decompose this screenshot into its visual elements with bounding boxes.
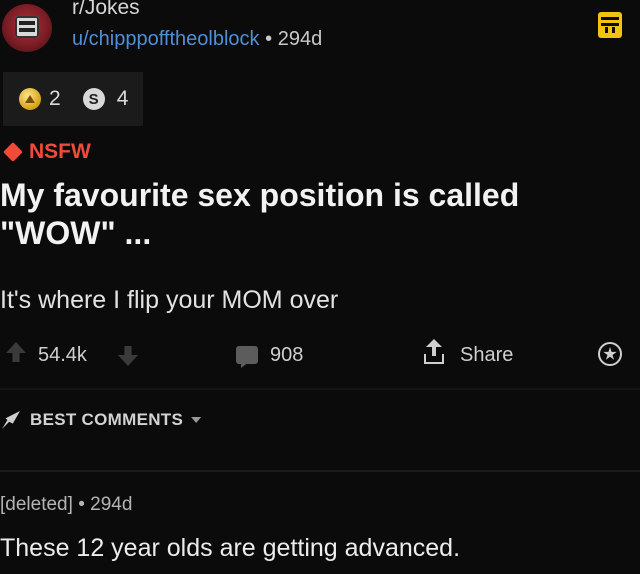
nsfw-label: NSFW [29,140,91,163]
post-action-bar: 54.4k 908 Share [0,336,640,374]
meta-separator: • [265,28,273,50]
silver-award-count: 4 [116,87,129,110]
comment-author[interactable]: [deleted] [0,494,73,515]
sort-label: BEST COMMENTS [30,410,184,429]
divider [0,388,640,390]
downvote-arrow-icon[interactable] [118,346,138,366]
gold-award-count: 2 [49,87,61,110]
comment-bubble-icon[interactable] [236,346,258,364]
share-icon[interactable] [424,342,444,364]
vote-score: 54.4k [38,344,87,366]
nsfw-tag: NSFW [2,140,91,164]
awards-bar[interactable]: 2 S 4 [3,72,143,126]
silver-award-icon: S [82,88,105,110]
rocket-icon [2,411,20,429]
share-button[interactable]: Share [460,344,513,367]
chevron-down-icon [191,417,202,423]
award-star-button[interactable] [598,342,622,366]
subreddit-avatar[interactable] [2,4,52,52]
divider [0,470,640,472]
post-age: 294d [277,28,323,50]
post-meta: u/chipppofftheolblock • 294d [72,28,322,51]
comment-count[interactable]: 908 [270,344,303,367]
comment-meta: [deleted] • 294d [0,494,132,516]
subreddit-name[interactable]: r/Jokes [72,0,140,20]
star-icon [603,347,617,360]
overflow-menu-icon[interactable] [598,12,622,38]
upvote-arrow-icon[interactable] [6,342,26,362]
comment-text: These 12 year olds are getting advanced. [0,534,461,562]
avatar-image [15,16,39,38]
nsfw-diamond-icon [3,142,23,162]
gold-award-icon [19,88,41,110]
post-title[interactable]: My favourite sex position is called "WOW… [0,176,620,252]
post-body: It's where I flip your MOM over [0,286,339,314]
comment-separator: • [78,494,85,515]
comment-age: 294d [90,494,133,515]
comment-sort-dropdown[interactable]: BEST COMMENTS [0,410,202,430]
author-link[interactable]: u/chipppofftheolblock [72,28,260,50]
